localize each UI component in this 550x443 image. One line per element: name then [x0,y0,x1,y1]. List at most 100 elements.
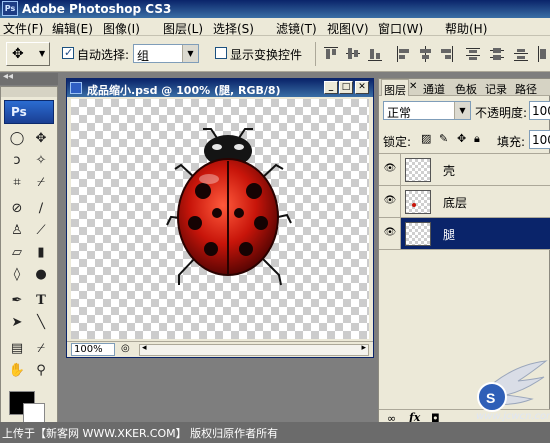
dodge-tool-icon[interactable]: ● [31,265,51,285]
layer-name: 腿 [443,228,456,242]
app-title: Adobe Photoshop CS3 [22,2,172,16]
lock-position-icon[interactable]: ✥ [457,132,466,145]
menu-filter[interactable]: 滤镜(T) [276,20,317,37]
footer-text: 上传于【新客网 WWW.XKER.COM】 版权归原作者所有 [2,427,279,440]
panel-tabs: 图层 ✕ 通道 色板 记录 路径 [379,79,550,97]
collapse-arrows-icon[interactable]: ◂◂ [3,71,13,82]
distribute-top-icon[interactable] [466,46,480,62]
checkmark-icon: ✓ [64,46,74,59]
hand-tool-icon[interactable]: ✋ [7,361,27,381]
layer-visibility-toggle[interactable]: 👁︎ [379,186,401,217]
eye-icon: 👁︎ [383,195,397,206]
path-selection-tool-icon[interactable]: ➤ [7,313,27,333]
menu-layer[interactable]: 图层(L) [163,20,203,37]
auto-select-label: 自动选择: [77,48,130,62]
lock-image-icon[interactable]: ✎ [439,132,448,145]
document-window: 成品缩小.psd @ 100% (腿, RGB/8) _ □ ✕ 100% ◎ … [66,78,374,358]
document-titlebar[interactable]: 成品缩小.psd @ 100% (腿, RGB/8) _ □ ✕ [67,79,373,97]
maximize-button[interactable]: □ [339,81,353,94]
layer-row-base[interactable]: 👁︎ 底层 [379,186,550,218]
align-center-icon[interactable] [418,46,432,62]
opacity-value: 100 [532,104,550,118]
pen-tool-icon[interactable]: ✒ [7,291,27,311]
brush-tool-icon[interactable]: ∕ [31,199,51,219]
blur-tool-icon[interactable]: ◊ [7,265,27,285]
menu-view[interactable]: 视图(V) [327,20,369,37]
layer-thumbnail [405,190,431,214]
chevron-down-icon: ▼ [39,49,46,58]
menu-window[interactable]: 窗口(W) [378,20,423,37]
status-menu-icon[interactable]: ◎ [121,343,130,354]
notes-tool-icon[interactable]: ▤ [7,339,27,359]
tab-channels[interactable]: 通道 [423,81,445,97]
auto-select-value: 组 [137,49,150,63]
lock-transparent-icon[interactable]: ▨ [421,132,431,145]
opacity-input[interactable]: 100 [529,101,550,120]
eraser-tool-icon[interactable]: ▱ [7,243,27,263]
crop-tool-icon[interactable]: ⌗ [7,173,27,193]
layer-name: 壳 [443,164,456,178]
move-tool-icon: ✥ [12,46,24,62]
magic-wand-tool-icon[interactable]: ✧ [31,151,51,171]
distribute-left-icon[interactable] [536,46,550,62]
color-sampler-tool-icon[interactable]: ⌿ [31,339,51,359]
align-top-icon[interactable] [324,46,338,62]
ladybug-image [166,128,292,286]
tab-close-icon[interactable]: ✕ [409,81,417,92]
dropdown-arrow-icon: ▼ [454,102,470,119]
lasso-tool-icon[interactable]: ↄ [7,151,27,171]
horizontal-scrollbar[interactable]: ◂ ▸ [139,343,369,356]
tab-swatches[interactable]: 色板 [455,81,477,97]
layer-row-legs[interactable]: 👁︎ 腿 [379,218,550,250]
opacity-label: 不透明度: [475,106,528,120]
menu-select[interactable]: 选择(S) [213,20,254,37]
type-tool-icon[interactable]: T [31,291,51,311]
lock-all-icon[interactable]: 🔒︎ [474,132,480,146]
auto-select-dropdown[interactable]: 组 ▼ [133,44,199,63]
tab-history[interactable]: 记录 [485,81,507,97]
fill-value: 100 [532,133,550,147]
minimize-button[interactable]: _ [324,81,338,94]
layer-visibility-toggle[interactable]: 👁︎ [379,218,401,249]
scroll-right-icon[interactable]: ▸ [361,343,366,353]
gradient-tool-icon[interactable]: ▮ [31,243,51,263]
healing-brush-tool-icon[interactable]: ⊘ [7,199,27,219]
align-bottom-icon[interactable] [368,46,382,62]
align-left-icon[interactable] [396,46,410,62]
toolbox-ps-badge[interactable]: Ps [4,100,54,124]
fill-input[interactable]: 100 [529,130,550,149]
blend-mode-dropdown[interactable]: 正常 ▼ [383,101,471,120]
canvas[interactable] [71,99,369,339]
distribute-bottom-icon[interactable] [514,46,528,62]
eyedropper-tool-icon[interactable]: ⌿ [31,173,51,193]
menu-file[interactable]: 文件(F) [3,20,43,37]
align-right-icon[interactable] [440,46,454,62]
line-tool-icon[interactable]: ╲ [31,313,51,333]
auto-select-checkbox[interactable]: ✓ [62,46,74,59]
zoom-tool-icon[interactable]: ⚲ [31,361,51,381]
show-transform-checkbox[interactable] [215,47,227,59]
svg-text:S: S [486,390,495,406]
marquee-tool-icon[interactable]: ◯ [7,129,27,149]
layer-visibility-toggle[interactable]: 👁︎ [379,154,401,185]
menu-image[interactable]: 图像(I) [103,20,140,37]
move-tool-preset-button[interactable]: ✥ ▼ [6,42,50,66]
app-titlebar: Ps Adobe Photoshop CS3 [0,0,550,18]
menu-help[interactable]: 帮助(H) [445,20,487,37]
tab-layers[interactable]: 图层 [381,79,409,97]
zoom-field[interactable]: 100% [71,343,115,356]
menu-edit[interactable]: 编辑(E) [52,20,93,37]
watermark-text: www.jcwcn.com [476,411,550,422]
move-tool-icon[interactable]: ✥ [31,129,51,149]
clone-stamp-tool-icon[interactable]: ♙ [7,221,27,241]
toolbox-grip[interactable] [1,87,57,97]
close-button[interactable]: ✕ [355,81,369,94]
history-brush-tool-icon[interactable]: ⟋ [31,221,51,241]
show-transform-label: 显示变换控件 [230,48,303,62]
tab-paths[interactable]: 路径 [515,81,537,97]
distribute-middle-icon[interactable] [490,46,504,62]
background-color-swatch[interactable] [23,403,45,423]
align-middle-icon[interactable] [346,46,360,62]
scroll-left-icon[interactable]: ◂ [142,343,147,353]
layer-row-shell[interactable]: 👁︎ 壳 [379,154,550,186]
